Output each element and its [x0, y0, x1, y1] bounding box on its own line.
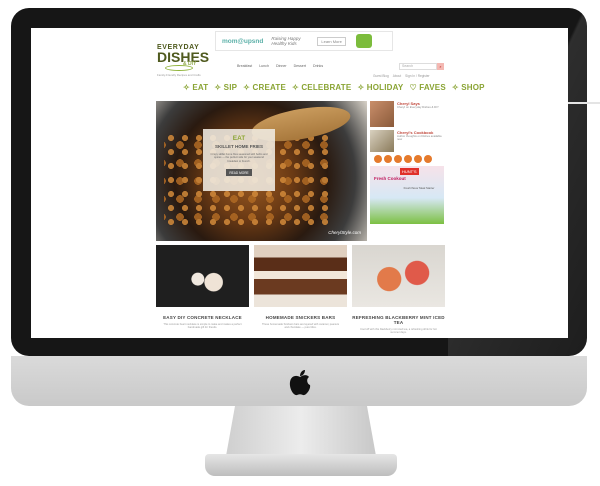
mainnav-faves[interactable]: ♡ FAVES — [409, 83, 445, 92]
post-card[interactable]: EASY DIY CONCRETE NECKLACE This concrete… — [156, 245, 249, 330]
monitor-stand-neck — [226, 406, 376, 456]
post-image — [156, 245, 249, 307]
mainnav-holiday[interactable]: ✧ HOLIDAY — [357, 83, 403, 92]
post-desc: This concrete heart necklace is simple t… — [163, 323, 242, 330]
sidebar-ad-headline: Fresh Cookout — [374, 176, 406, 181]
sidebar-thumb — [370, 130, 394, 152]
ad-product-image — [355, 34, 372, 48]
sidebar: Cheryl Says Cheryl on Everyday Dishes & … — [370, 101, 445, 241]
search-input[interactable]: Search — [399, 63, 437, 70]
ad-cta-button[interactable]: Learn More — [317, 36, 346, 46]
monitor-stand-base — [205, 454, 397, 476]
top-banner-ad[interactable]: mom@upsnd Raising Happy Healthy Kids Lea… — [215, 31, 393, 51]
post-desc: These homemade Snickers bars are layered… — [262, 323, 339, 330]
hero-credit: CherylStyle.com — [328, 230, 361, 235]
mainnav-shop[interactable]: ✧ SHOP — [452, 83, 485, 92]
top-nav: Breakfast Lunch Dinner Dessert Drinks — [237, 64, 323, 68]
sidebar-ad-sub: Fresh flavor Meal Starter — [403, 186, 435, 190]
topnav-item[interactable]: Dessert — [294, 64, 306, 68]
post-caption[interactable]: EASY DIY CONCRETE NECKLACE — [156, 315, 249, 320]
social-icon[interactable] — [394, 155, 402, 163]
search-icon[interactable]: ⌕ — [437, 63, 444, 70]
subnav-item[interactable]: About — [393, 74, 401, 78]
sidebar-ad[interactable]: HUNT'S Fresh Cookout Fresh flavor Meal S… — [370, 166, 444, 224]
post-card[interactable]: HOMEMADE SNICKERS BARS These homemade Sn… — [254, 245, 347, 330]
topnav-item[interactable]: Dinner — [276, 64, 287, 68]
social-icon[interactable] — [404, 155, 412, 163]
post-card[interactable]: REFRESHING BLACKBERRY MINT ICED TEA Cool… — [352, 245, 445, 335]
hero-read-more-button[interactable]: READ MORE — [226, 169, 252, 177]
post-image — [352, 245, 445, 307]
post-caption[interactable]: HOMEMADE SNICKERS BARS — [254, 315, 347, 320]
sidebar-item-text: Author thoughts on Dishes available now — [397, 134, 442, 142]
sidebar-item[interactable]: Cheryl's Cookbook Author thoughts on Dis… — [370, 130, 445, 152]
hero-feature[interactable]: EAT SKILLET HOME FRIES Crispy skillet ho… — [156, 101, 367, 241]
hero-category: EAT — [232, 135, 246, 142]
post-desc: Cool off with this blackberry mint iced … — [360, 328, 437, 335]
topnav-item[interactable]: Drinks — [313, 64, 323, 68]
sidebar-thumb — [370, 101, 394, 127]
topnav-item[interactable]: Lunch — [259, 64, 269, 68]
sidebar-item[interactable]: Cheryl Says Cheryl on Everyday Dishes & … — [370, 101, 445, 127]
sub-nav: Guest Blog About Sign In / Register — [373, 74, 430, 78]
mainnav-sip[interactable]: ✧ SIP — [214, 83, 237, 92]
screen: mom@upsnd Raising Happy Healthy Kids Lea… — [31, 28, 568, 338]
post-image — [254, 245, 347, 307]
sidebar-ad-badge: HUNT'S — [400, 168, 419, 175]
ad-slogan: Raising Happy Healthy Kids — [271, 36, 301, 46]
social-icon[interactable] — [414, 155, 422, 163]
site-logo[interactable]: EVERYDAY DISHES & DIY Family-Friendly Re… — [157, 44, 217, 77]
social-icons — [374, 155, 445, 163]
main-nav: ✧ EAT ✧ SIP ✧ CREATE ✧ CELEBRATE ✧ HOLID… — [183, 83, 485, 92]
subnav-item[interactable]: Guest Blog — [373, 74, 389, 78]
hero-card: EAT SKILLET HOME FRIES Crispy skillet ho… — [203, 129, 275, 191]
social-icon[interactable] — [374, 155, 382, 163]
mainnav-celebrate[interactable]: ✧ CELEBRATE — [292, 83, 351, 92]
mainnav-eat[interactable]: ✧ EAT — [183, 83, 208, 92]
ad-brand: mom@upsnd — [222, 37, 264, 45]
social-icon[interactable] — [424, 155, 432, 163]
website: mom@upsnd Raising Happy Healthy Kids Lea… — [155, 28, 484, 338]
subnav-item[interactable]: Sign In / Register — [405, 74, 429, 78]
hero-title: SKILLET HOME FRIES — [214, 144, 263, 149]
social-icon[interactable] — [384, 155, 392, 163]
logo-tagline: Family-Friendly Recipes and Crafts — [157, 73, 201, 77]
hero-blurb: Crispy skillet home fries seasoned with … — [210, 153, 268, 163]
apple-logo-icon — [289, 370, 311, 396]
sidebar-item-text: Cheryl on Everyday Dishes & DIY — [397, 105, 439, 109]
topnav-item[interactable]: Breakfast — [237, 64, 252, 68]
post-caption[interactable]: REFRESHING BLACKBERRY MINT ICED TEA — [352, 315, 445, 325]
mainnav-create[interactable]: ✧ CREATE — [243, 83, 286, 92]
